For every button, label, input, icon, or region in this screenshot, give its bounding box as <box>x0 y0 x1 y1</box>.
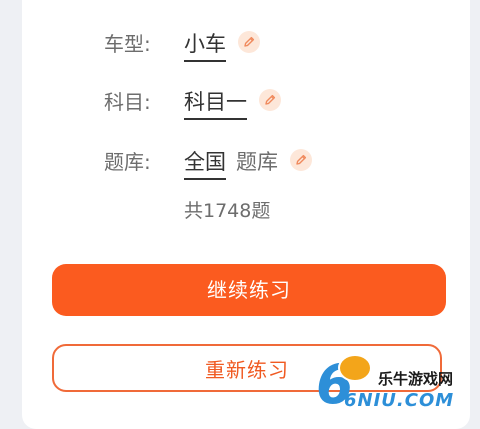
question-bank-row: 题库: 全国 题库 <box>22 142 470 182</box>
question-bank-label: 题库: <box>104 150 151 174</box>
question-count: 共1748题 <box>184 200 271 222</box>
pencil-icon[interactable] <box>290 149 312 171</box>
subject-value-group[interactable]: 科目一 <box>184 82 281 122</box>
watermark-brand: 乐牛游戏网 <box>378 370 454 388</box>
vehicle-type-row: 车型: 小车 <box>22 24 470 64</box>
question-bank-value[interactable]: 全国 <box>184 146 226 180</box>
subject-label: 科目: <box>104 90 151 114</box>
pencil-icon[interactable] <box>259 89 281 111</box>
subject-value[interactable]: 科目一 <box>184 86 247 120</box>
vehicle-type-label: 车型: <box>104 32 151 56</box>
continue-practice-button[interactable]: 继续练习 <box>52 264 446 316</box>
question-bank-value-group[interactable]: 全国 题库 <box>184 142 312 182</box>
site-watermark: 6 乐牛游戏网 6NIU.COM <box>316 352 476 424</box>
vehicle-type-value[interactable]: 小车 <box>184 28 226 62</box>
vehicle-type-value-group[interactable]: 小车 <box>184 24 260 64</box>
question-bank-suffix: 题库 <box>236 150 278 174</box>
pencil-icon[interactable] <box>238 31 260 53</box>
mascot-icon <box>338 354 372 382</box>
watermark-domain: 6NIU.COM <box>344 390 455 411</box>
subject-row: 科目: 科目一 <box>22 82 470 122</box>
